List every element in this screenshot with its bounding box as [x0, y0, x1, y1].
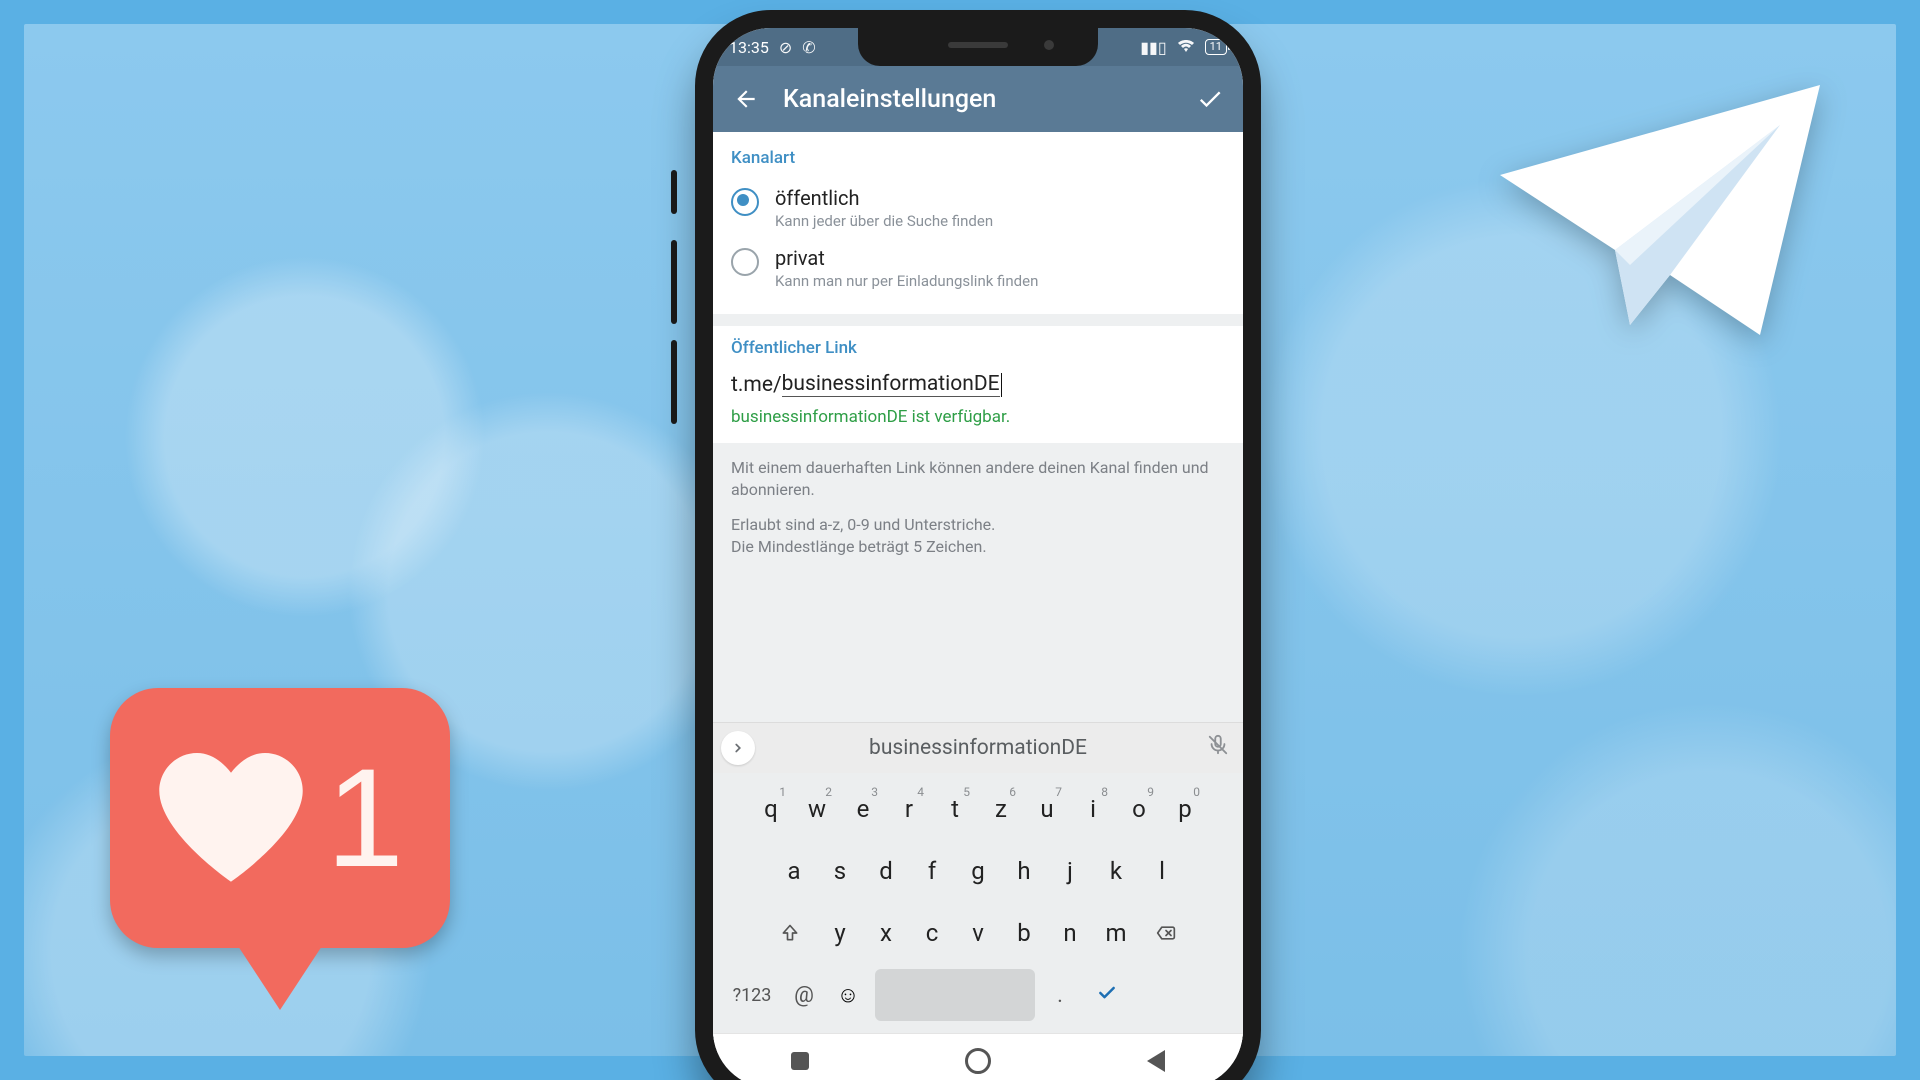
help-paragraph-2: Erlaubt sind a-z, 0-9 und Unterstriche. …	[731, 514, 1225, 557]
key-e[interactable]: e3	[842, 783, 884, 835]
telegram-plane-icon	[1480, 70, 1840, 350]
key-x[interactable]: x	[865, 907, 907, 959]
key-f[interactable]: f	[911, 845, 953, 897]
key-m[interactable]: m	[1095, 907, 1137, 959]
section-title-public-link: Öffentlicher Link	[731, 338, 1225, 358]
public-link-input[interactable]: t.me/businessinformationDE	[731, 368, 1225, 397]
keyboard-suggestion[interactable]: businessinformationDE	[755, 736, 1201, 760]
key-n[interactable]: n	[1049, 907, 1091, 959]
key-q[interactable]: q1	[750, 783, 792, 835]
like-count: 1	[326, 748, 404, 888]
app-header: Kanaleinstellungen	[713, 66, 1243, 132]
signal-icon: ▮▮▯	[1140, 38, 1166, 57]
at-key[interactable]: @	[787, 983, 821, 1008]
nav-recent-button[interactable]	[791, 1052, 809, 1070]
key-r[interactable]: r4	[888, 783, 930, 835]
key-s[interactable]: s	[819, 845, 861, 897]
emoji-key[interactable]: ☺	[831, 982, 865, 1008]
text-caret	[1001, 373, 1002, 397]
key-g[interactable]: g	[957, 845, 999, 897]
key-v[interactable]: v	[957, 907, 999, 959]
keyboard-suggestion-bar: businessinformationDE	[713, 722, 1243, 773]
phone-mockup: 13:35 ⊘ ✆ ▮▮▯ 11	[695, 0, 1225, 1080]
keyboard-expand-button[interactable]	[721, 731, 755, 765]
help-paragraph-1: Mit einem dauerhaften Link können andere…	[731, 457, 1225, 500]
android-nav-bar	[713, 1033, 1243, 1080]
key-w[interactable]: w2	[796, 783, 838, 835]
key-c[interactable]: c	[911, 907, 953, 959]
key-u[interactable]: u7	[1026, 783, 1068, 835]
key-k[interactable]: k	[1095, 845, 1137, 897]
key-d[interactable]: d	[865, 845, 907, 897]
radio-public-sub: Kann jeder über die Suche finden	[775, 212, 993, 230]
radio-private[interactable]: privat Kann man nur per Einladungslink f…	[731, 238, 1225, 298]
wifi-icon	[1177, 38, 1195, 57]
key-l[interactable]: l	[1141, 845, 1183, 897]
stage: 1 13:35 ⊘ ✆ ▮▮▯	[0, 0, 1920, 1080]
key-h[interactable]: h	[1003, 845, 1045, 897]
section-title-channel-type: Kanalart	[731, 148, 1225, 168]
public-link-prefix: t.me/	[731, 373, 782, 397]
key-o[interactable]: o9	[1118, 783, 1160, 835]
confirm-button[interactable]	[1195, 84, 1225, 114]
key-p[interactable]: p0	[1164, 783, 1206, 835]
key-i[interactable]: i8	[1072, 783, 1114, 835]
backspace-key[interactable]	[1141, 907, 1191, 959]
screen: 13:35 ⊘ ✆ ▮▮▯ 11	[713, 28, 1243, 1080]
help-text-block: Mit einem dauerhaften Link können andere…	[713, 443, 1243, 577]
key-a[interactable]: a	[773, 845, 815, 897]
heart-icon	[156, 753, 306, 883]
phone-notch	[858, 28, 1098, 66]
key-b[interactable]: b	[1003, 907, 1045, 959]
back-button[interactable]	[731, 84, 761, 114]
dnd-icon: ⊘	[779, 38, 792, 57]
keyboard: businessinformationDE q1w2e3r4t5z6u7i8o9…	[713, 722, 1243, 1080]
page-title: Kanaleinstellungen	[783, 85, 1173, 114]
public-link-username: businessinformationDE	[782, 372, 1000, 397]
like-bubble-icon: 1	[110, 688, 450, 1010]
radio-private-sub: Kann man nur per Einladungslink finden	[775, 272, 1038, 290]
status-time: 13:35	[729, 38, 769, 57]
key-y[interactable]: y	[819, 907, 861, 959]
content-area: Kanalart öffentlich Kann jeder über die …	[713, 132, 1243, 722]
nav-back-button[interactable]	[1147, 1050, 1165, 1072]
key-j[interactable]: j	[1049, 845, 1091, 897]
radio-private-label: privat	[775, 246, 1038, 270]
key-t[interactable]: t5	[934, 783, 976, 835]
key-z[interactable]: z6	[980, 783, 1022, 835]
mic-muted-icon[interactable]	[1201, 734, 1235, 762]
radio-public[interactable]: öffentlich Kann jeder über die Suche fin…	[731, 178, 1225, 238]
whatsapp-notif-icon: ✆	[802, 38, 815, 57]
shift-key[interactable]	[765, 907, 815, 959]
public-link-availability: businessinformationDE ist verfügbar.	[731, 407, 1225, 427]
radio-public-label: öffentlich	[775, 186, 993, 210]
enter-key[interactable]	[1085, 980, 1129, 1010]
nav-home-button[interactable]	[965, 1048, 991, 1074]
battery-indicator: 11	[1205, 39, 1227, 55]
period-key[interactable]: .	[1045, 983, 1075, 1008]
space-key[interactable]	[875, 969, 1035, 1021]
radio-public-indicator	[731, 188, 759, 216]
symbols-key[interactable]: ?123	[727, 985, 777, 1006]
public-link-section: Öffentlicher Link t.me/businessinformati…	[713, 326, 1243, 443]
channel-type-section: Kanalart öffentlich Kann jeder über die …	[713, 132, 1243, 314]
radio-private-indicator	[731, 248, 759, 276]
